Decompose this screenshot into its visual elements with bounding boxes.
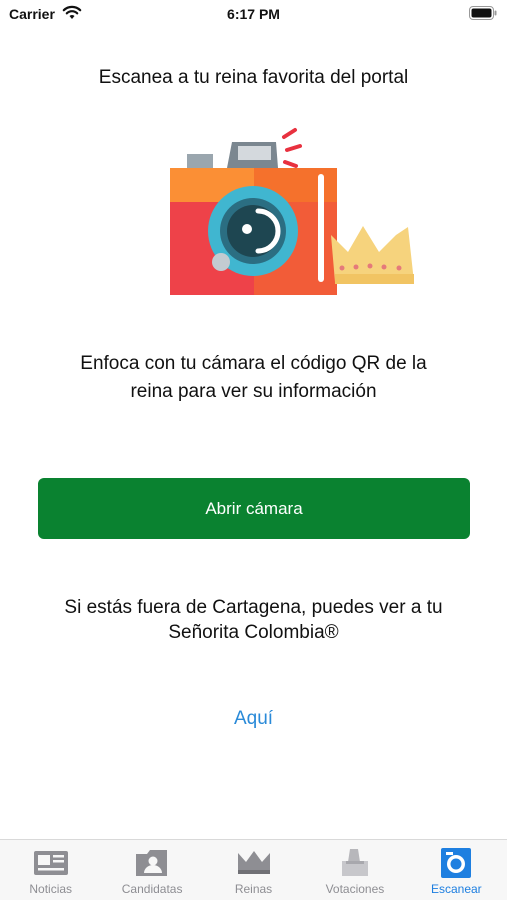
- camera-crown-illustration: [165, 122, 417, 298]
- tab-candidatas[interactable]: Candidatas: [101, 840, 202, 900]
- tab-escanear[interactable]: Escanear: [406, 840, 507, 900]
- flash-sparks-icon: [282, 128, 302, 168]
- crown-icon: [237, 851, 270, 874]
- tab-label: Votaciones: [325, 882, 385, 896]
- outside-cartagena-text: Si estás fuera de Cartagena, puedes ver …: [64, 597, 443, 643]
- tab-label: Noticias: [29, 882, 73, 896]
- tab-votaciones[interactable]: Votaciones: [304, 840, 405, 900]
- clock: 6:17 PM: [227, 6, 280, 22]
- open-camera-button[interactable]: Abrir cámara: [38, 478, 470, 539]
- page-headline: Escanea a tu reina favorita del portal: [98, 67, 409, 88]
- tab-label: Escanear: [430, 882, 482, 896]
- tab-label: Reinas: [234, 882, 273, 896]
- battery-icon: [469, 6, 497, 25]
- status-bar: Carrier 6:17 PM: [0, 0, 507, 30]
- scan-instructions: Enfoca con tu cámara el código QR de la …: [80, 353, 427, 402]
- tab-bar: Noticias Candidatas Reinas Votaciones Es…: [0, 839, 507, 900]
- ballot-box-icon: [341, 849, 368, 876]
- candidates-folder-icon: [136, 850, 168, 876]
- camera-icon: [441, 848, 472, 878]
- newspaper-icon: [33, 851, 68, 875]
- here-link[interactable]: Aquí: [0, 708, 507, 730]
- tab-noticias[interactable]: Noticias: [0, 840, 101, 900]
- tab-reinas[interactable]: Reinas: [203, 840, 304, 900]
- crown-icon: [331, 226, 414, 284]
- tab-label: Candidatas: [121, 882, 183, 896]
